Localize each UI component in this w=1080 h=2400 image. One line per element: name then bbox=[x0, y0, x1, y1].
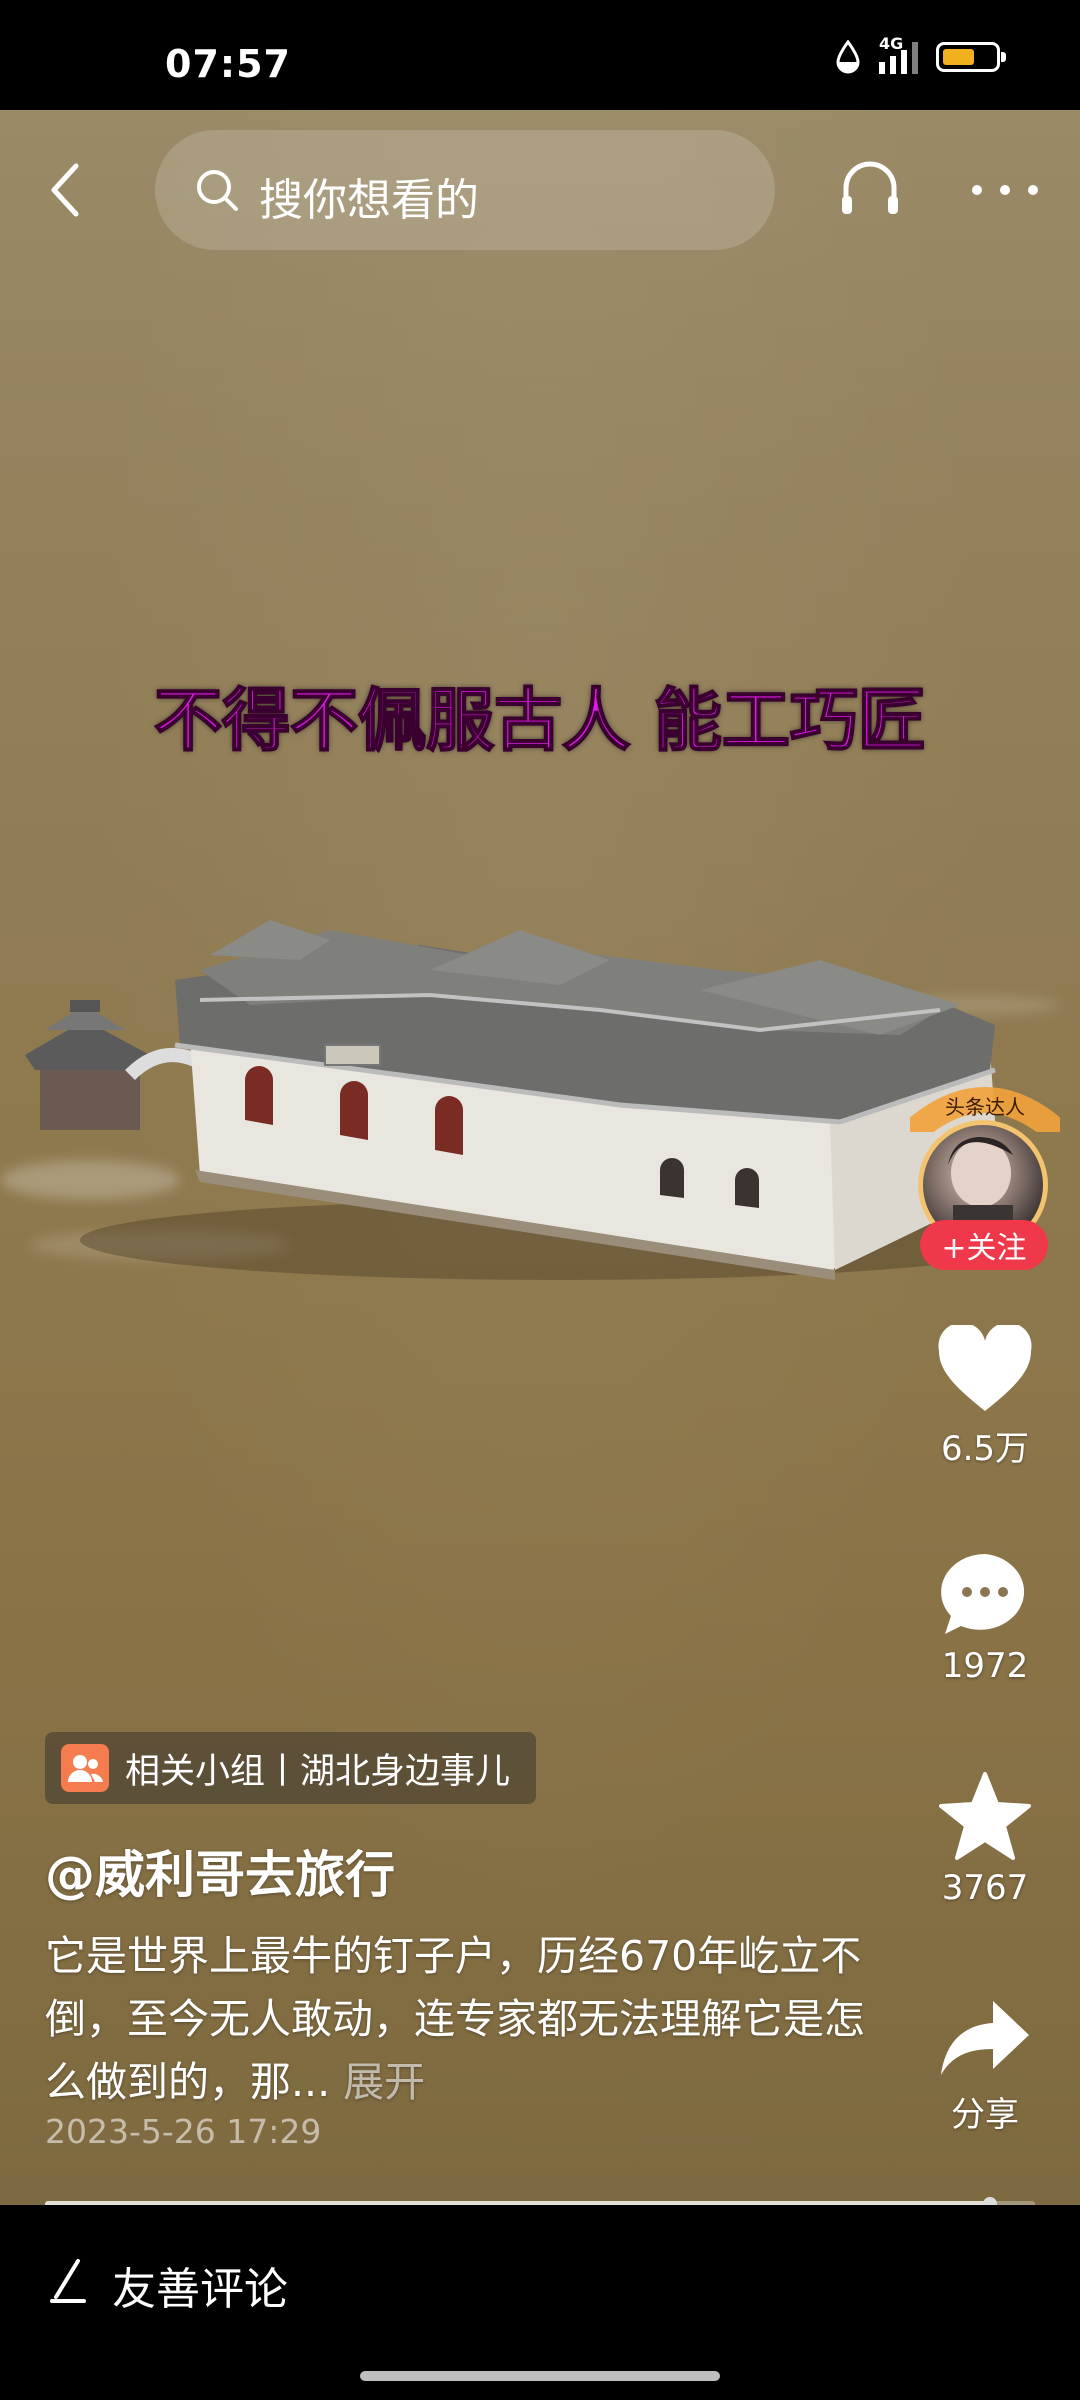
battery-icon bbox=[936, 42, 1006, 72]
comment-input[interactable]: 友善评论 bbox=[112, 2253, 288, 2317]
like-button[interactable]: 6.5万 bbox=[900, 1325, 1070, 1470]
comment-bar: 友善评论 bbox=[0, 2205, 1080, 2400]
search-input[interactable]: 搜你想看的 bbox=[155, 130, 775, 250]
favorite-button[interactable]: 3767 bbox=[900, 1770, 1070, 1908]
status-time: 07:57 bbox=[165, 42, 291, 86]
data-saver-icon bbox=[836, 40, 860, 74]
search-icon bbox=[197, 170, 238, 211]
share-button[interactable]: 分享 bbox=[900, 1995, 1070, 2136]
share-label: 分享 bbox=[951, 2095, 1019, 2135]
badge-text: 头条达人 bbox=[945, 1095, 1025, 1119]
top-nav: 搜你想看的 bbox=[0, 130, 1080, 250]
related-group-tag[interactable]: 相关小组丨湖北身边事儿 bbox=[45, 1732, 537, 1804]
share-arrow-icon bbox=[941, 2001, 1029, 2075]
description-text: 它是世界上最牛的钉子户，历经670年屹立不倒，至今无人敢动，连专家都无法理解它是… bbox=[45, 1932, 865, 2106]
search-placeholder: 搜你想看的 bbox=[259, 175, 479, 226]
follow-button[interactable]: +关注 bbox=[920, 1220, 1048, 1270]
pen-icon bbox=[50, 2259, 86, 2303]
chevron-left-icon[interactable] bbox=[42, 160, 92, 220]
status-icons: 4G bbox=[835, 34, 1006, 74]
battery-fill bbox=[943, 49, 974, 65]
status-bar: 07:57 4G bbox=[0, 0, 1080, 110]
video-caption: 不得不佩服古人 能工巧匠 bbox=[153, 681, 927, 762]
post-description: 它是世界上最牛的钉子户，历经670年屹立不倒，至今无人敢动，连专家都无法理解它是… bbox=[45, 1925, 865, 2114]
group-tag-label: 相关小组丨湖北身边事儿 bbox=[125, 1751, 511, 1792]
headset-icon[interactable] bbox=[838, 156, 902, 220]
favorite-count: 3767 bbox=[941, 1868, 1029, 1908]
expand-link[interactable]: 展开 bbox=[343, 2058, 425, 2106]
like-count: 6.5万 bbox=[940, 1429, 1030, 1469]
heart-icon bbox=[938, 1325, 1032, 1411]
group-icon bbox=[61, 1744, 109, 1792]
comment-button[interactable]: 1972 bbox=[900, 1550, 1070, 1686]
post-date: 2023-5-26 17:29 bbox=[45, 2112, 322, 2151]
star-icon bbox=[939, 1772, 1031, 1860]
author-name[interactable]: @威利哥去旅行 bbox=[45, 1835, 395, 1907]
comment-bubble-icon bbox=[941, 1554, 1025, 1634]
home-indicator[interactable] bbox=[360, 2371, 720, 2381]
comment-count: 1972 bbox=[941, 1646, 1029, 1686]
more-dots-icon[interactable] bbox=[972, 185, 1038, 195]
network-type-label: 4G bbox=[879, 34, 904, 53]
verified-badge-icon: 头条达人 bbox=[910, 1087, 1060, 1132]
signal-icon: 4G bbox=[879, 34, 918, 74]
